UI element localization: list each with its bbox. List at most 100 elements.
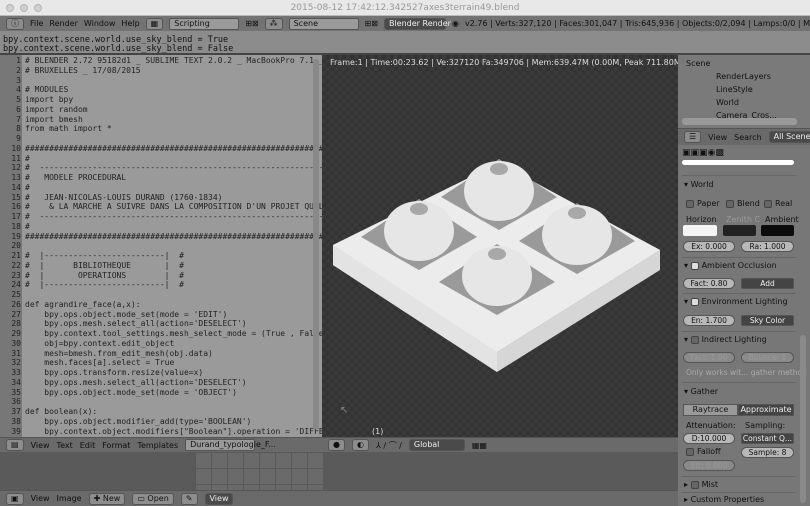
outliner[interactable]: Scene RenderLayers LineStyle World Camer… bbox=[678, 55, 810, 128]
ao-blend-select[interactable]: Add bbox=[741, 278, 794, 289]
menu-text[interactable]: Text bbox=[57, 441, 73, 450]
distance-field[interactable]: D:10.000 bbox=[683, 433, 735, 444]
gather-panel-header[interactable]: ▾ Gather bbox=[684, 387, 718, 396]
env-source-select[interactable]: Sky Color bbox=[741, 315, 794, 326]
line-number: 37 bbox=[11, 407, 21, 416]
pivot-icon[interactable]: ◐ bbox=[351, 439, 369, 451]
orientation-select[interactable]: Global bbox=[408, 439, 465, 451]
menu-view[interactable]: View bbox=[708, 133, 727, 142]
code-line: # bbox=[25, 153, 30, 163]
context-tabs-icons[interactable]: ▣▣▣◉▩ bbox=[682, 148, 724, 158]
editor-type-button[interactable]: ▤ bbox=[6, 439, 24, 451]
line-number: 20 bbox=[11, 241, 21, 251]
sampling-select[interactable]: Constant Q... bbox=[741, 433, 794, 444]
add-layout-icon[interactable]: ⊞⊠ bbox=[245, 19, 258, 28]
viewport-header: ● ◐ ⅄ ∕ ⌒ ∕ Global ▦▦ bbox=[322, 437, 678, 452]
outliner-item-scene[interactable]: Scene bbox=[686, 59, 710, 68]
code-line: # MODULES bbox=[25, 85, 69, 95]
manipulator-icons[interactable]: ⅄ ∕ ⌒ ∕ bbox=[376, 440, 402, 451]
range-field[interactable]: Ra: 1.000 bbox=[741, 241, 794, 252]
menu-window[interactable]: Window bbox=[84, 19, 116, 28]
properties-editor[interactable]: ▣▣▣◉▩ ▾ World Paper Blend Real Horizon Z… bbox=[678, 145, 810, 506]
ao-panel-header[interactable]: ▾ Ambient Occlusion bbox=[684, 261, 777, 270]
minimize-window-button[interactable] bbox=[20, 4, 28, 12]
approximate-button[interactable]: Approximate bbox=[738, 404, 794, 416]
menu-templates[interactable]: Templates bbox=[137, 441, 178, 450]
new-image-button[interactable]: ✚ New bbox=[88, 492, 126, 505]
menu-render[interactable]: Render bbox=[49, 19, 77, 28]
editor-type-button[interactable]: ☰ bbox=[684, 131, 702, 143]
render-engine-select[interactable]: Blender Render bbox=[383, 17, 451, 30]
add-scene-icon[interactable]: ⊞⊠ bbox=[365, 19, 378, 28]
line-number: 16 bbox=[11, 202, 21, 212]
attenuation-label: Attenuation: bbox=[686, 421, 736, 430]
code-line: obj=bpy.context.edit_object bbox=[25, 338, 175, 348]
line-number: 7 bbox=[16, 114, 21, 124]
editor-type-button[interactable]: ⓘ bbox=[6, 17, 24, 30]
outliner-item-linestyle[interactable]: LineStyle bbox=[716, 85, 753, 94]
code-line: bpy.context.tool_settings.mesh_select_mo… bbox=[25, 329, 322, 338]
properties-scrollbar[interactable] bbox=[800, 335, 806, 503]
layers-icon[interactable]: ▦▦ bbox=[472, 441, 487, 450]
line-number: 25 bbox=[11, 290, 21, 299]
env-panel-header[interactable]: ▾ Environment Lighting bbox=[684, 297, 788, 306]
textblock-field[interactable]: Durand_typologie_F... bbox=[185, 439, 276, 451]
viewport-shading-icon[interactable]: ● bbox=[328, 439, 345, 451]
paper-checkbox[interactable]: Paper bbox=[686, 199, 720, 208]
menu-file[interactable]: File bbox=[30, 19, 43, 28]
open-image-button[interactable]: ▭ Open bbox=[132, 492, 174, 505]
falloff-checkbox[interactable]: Falloff bbox=[686, 447, 721, 456]
indirect-panel-header[interactable]: ▾ Indirect Lighting bbox=[684, 335, 767, 344]
custom-properties-panel-header[interactable]: ▸ Custom Properties bbox=[684, 495, 764, 504]
code-line: # --------------------------------------… bbox=[25, 212, 322, 221]
outliner-item-renderlayers[interactable]: RenderLayers bbox=[716, 72, 771, 81]
line-number: 24 bbox=[11, 280, 21, 290]
mist-panel-header[interactable]: ▸ Mist bbox=[684, 480, 718, 489]
display-filter-select[interactable]: All Scenes bbox=[768, 131, 810, 143]
menu-view[interactable]: View bbox=[31, 494, 50, 503]
scene-field[interactable]: Scene bbox=[288, 17, 359, 30]
editor-type-button[interactable]: ▣ bbox=[6, 492, 24, 505]
world-panel-header[interactable]: ▾ World bbox=[684, 180, 714, 189]
samples-field[interactable]: Sample: 8 bbox=[741, 447, 794, 458]
ao-factor-field[interactable]: Fact: 0.80 bbox=[683, 278, 735, 289]
text-editor[interactable]: 1 # BLENDER 2.72 95182d1 _ SUBLIME TEXT 2… bbox=[0, 55, 322, 437]
pin-icon[interactable]: ✎ bbox=[180, 492, 198, 505]
outliner-item-world[interactable]: World bbox=[716, 98, 739, 107]
zenith-color-swatch[interactable] bbox=[723, 225, 756, 236]
line-number: 4 bbox=[16, 85, 21, 95]
editor-scrollbar[interactable] bbox=[313, 59, 319, 429]
blend-label: Blend bbox=[737, 199, 760, 208]
line-number: 9 bbox=[16, 134, 21, 143]
horizon-color-swatch[interactable] bbox=[683, 225, 717, 236]
menu-view[interactable]: View bbox=[31, 441, 50, 450]
line-number: 5 bbox=[16, 95, 21, 104]
view-mode-select[interactable]: View bbox=[204, 492, 234, 505]
indirect-bounce-field[interactable]: Bounce: 1 bbox=[741, 352, 794, 363]
menu-format[interactable]: Format bbox=[102, 441, 130, 450]
env-energy-field[interactable]: En: 1.700 bbox=[683, 315, 735, 326]
menu-help[interactable]: Help bbox=[121, 19, 139, 28]
image-canvas[interactable] bbox=[195, 452, 323, 490]
menu-search[interactable]: Search bbox=[734, 133, 761, 142]
3d-viewport[interactable]: Frame:1 | Time:00:23.62 | Ve:327120 Fa:3… bbox=[322, 55, 684, 437]
line-number: 38 bbox=[11, 416, 21, 426]
layout-field[interactable]: Scripting bbox=[169, 17, 240, 30]
outliner-hscrollbar[interactable] bbox=[682, 118, 797, 125]
blend-checkbox[interactable]: Blend bbox=[726, 199, 760, 208]
raytrace-button[interactable]: Raytrace bbox=[683, 404, 738, 416]
exposure-field[interactable]: Ex: 0.000 bbox=[683, 241, 735, 252]
line-number: 19 bbox=[11, 231, 21, 241]
indirect-factor-field[interactable]: Fact: 1.00 bbox=[683, 352, 735, 363]
screen-layout-icon[interactable]: ▦ bbox=[145, 17, 164, 30]
zoom-window-button[interactable] bbox=[34, 4, 42, 12]
close-window-button[interactable] bbox=[6, 4, 14, 12]
menu-image[interactable]: Image bbox=[57, 494, 82, 503]
scene-icon[interactable]: ⁂ bbox=[264, 17, 283, 30]
menu-edit[interactable]: Edit bbox=[80, 441, 96, 450]
line-number: 15 bbox=[11, 192, 21, 202]
strength-field[interactable]: Str: 0.000 bbox=[683, 460, 735, 471]
ambient-color-swatch[interactable] bbox=[761, 225, 794, 236]
world-name-field[interactable] bbox=[682, 160, 794, 165]
real-checkbox[interactable]: Real bbox=[764, 199, 792, 208]
